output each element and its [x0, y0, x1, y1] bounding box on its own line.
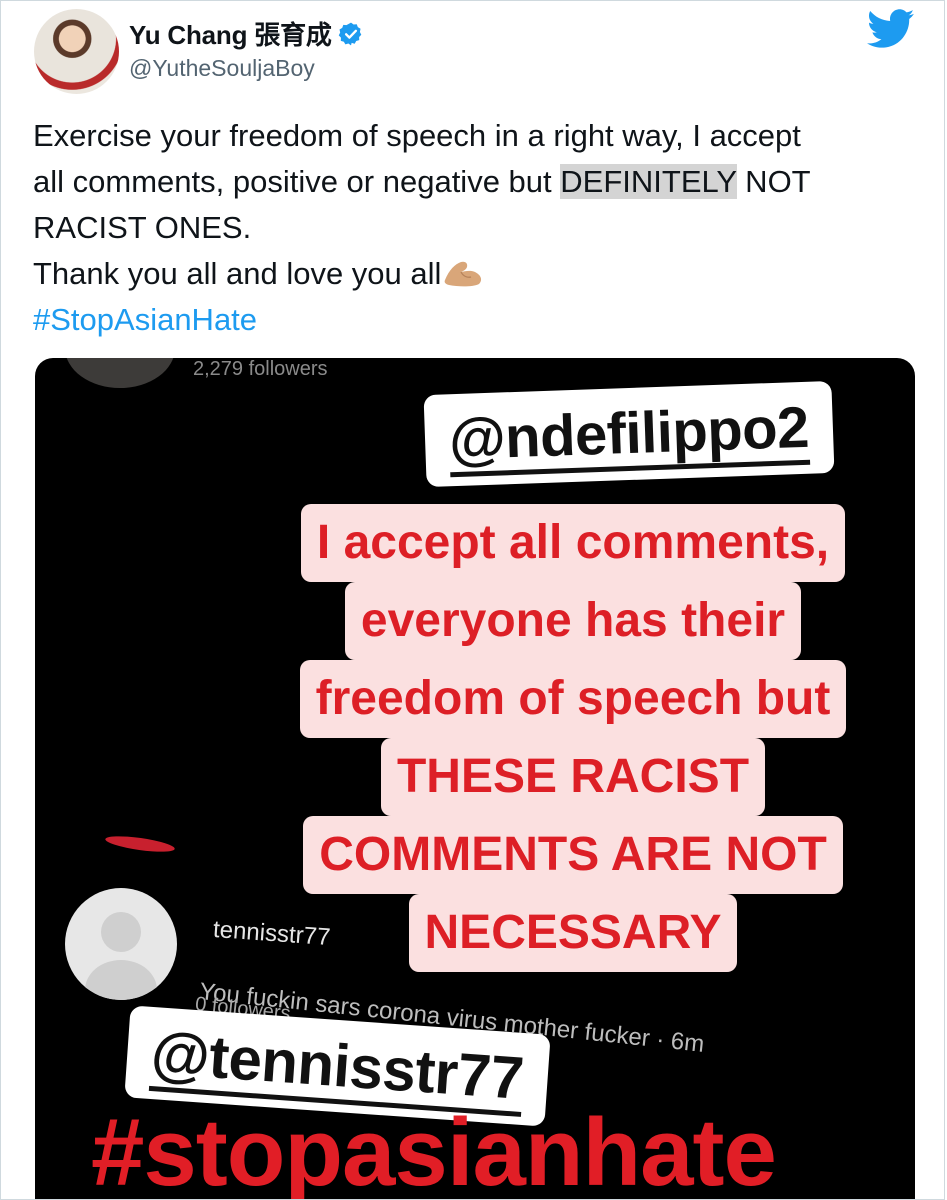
author-display-name[interactable]: Yu Chang 張育成 — [129, 15, 332, 52]
tweet-media-image[interactable]: 2,279 followers @ndefilippo2 I accept al… — [35, 358, 915, 1200]
tweet-line: Thank you all and love you all — [33, 251, 923, 297]
tweet-line: all comments, positive or negative but D… — [33, 159, 923, 205]
tweet-line-part: all comments, positive or negative but — [33, 164, 561, 199]
caption-line: everyone has their — [344, 582, 802, 660]
mention-sticker-top: @ndefilippo2 — [423, 380, 835, 488]
tweet-text: Exercise your freedom of speech in a rig… — [33, 113, 923, 343]
pink-caption: I accept all comments, everyone has thei… — [241, 504, 905, 972]
red-brush-stroke — [104, 833, 176, 855]
tweet-line: Exercise your freedom of speech in a rig… — [33, 118, 801, 153]
tweet-line-part: Thank you all and love you all — [33, 256, 442, 291]
highlighted-word: DEFINITELY — [560, 164, 737, 199]
twitter-bird-icon[interactable] — [867, 9, 915, 49]
author-avatar[interactable] — [34, 9, 119, 94]
caption-line: NECESSARY — [408, 894, 738, 972]
caption-line: I accept all comments, — [300, 504, 846, 582]
story-avatar-top — [65, 358, 175, 388]
default-avatar-icon — [65, 888, 177, 1000]
tweet-card: Yu Chang 張育成 @YutheSouljaBoy Exercise yo… — [0, 0, 945, 1200]
author-name-row: Yu Chang 張育成 — [129, 15, 364, 52]
verified-badge-icon — [338, 22, 362, 45]
caption-line: THESE RACIST — [380, 738, 766, 816]
tweet-line: RACIST ONES. — [33, 210, 252, 245]
flexed-biceps-emoji — [445, 261, 482, 287]
hashtag-sticker: #stopasianhate — [91, 1099, 777, 1200]
author-handle[interactable]: @YutheSouljaBoy — [129, 55, 315, 82]
tweet-line-part: NOT — [736, 164, 811, 199]
mention-text: @ndefilippo2 — [447, 394, 811, 478]
tweet-hashtag-link[interactable]: #StopAsianHate — [33, 297, 923, 343]
caption-line: freedom of speech but — [299, 660, 847, 738]
story-followers-top: 2,279 followers — [193, 358, 328, 380]
caption-line: COMMENTS ARE NOT — [303, 816, 843, 894]
